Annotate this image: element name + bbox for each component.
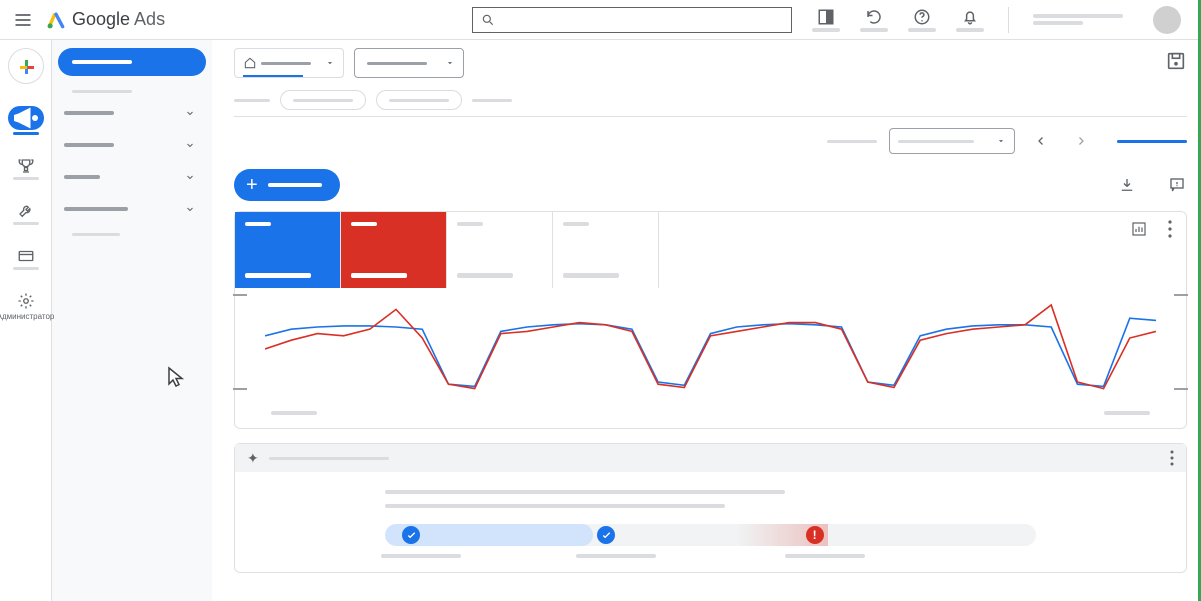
action-row: + <box>234 169 1187 201</box>
score-progress: ! <box>385 524 1036 546</box>
compare-toggle[interactable] <box>1117 140 1187 143</box>
download-icon <box>1118 176 1136 194</box>
nav-goals[interactable] <box>13 157 39 180</box>
feedback-button[interactable] <box>1167 175 1187 195</box>
bell-icon <box>961 8 979 26</box>
metric-tab-2[interactable] <box>341 212 447 288</box>
campaign-selector[interactable] <box>354 48 464 78</box>
sidebar-sub[interactable] <box>58 86 206 97</box>
nav-campaigns[interactable] <box>8 106 44 135</box>
sidebar-section-1[interactable] <box>58 97 206 129</box>
metric-tab-4[interactable] <box>553 212 659 288</box>
chart-x-labels <box>265 411 1156 415</box>
notifications-button[interactable] <box>956 8 984 32</box>
card-icon <box>17 247 35 265</box>
breadcrumb-row <box>234 84 1187 117</box>
sidebar <box>52 40 212 601</box>
date-label <box>827 140 877 143</box>
crumb-4[interactable] <box>472 99 512 102</box>
create-button[interactable] <box>8 48 44 84</box>
google-ads-icon <box>46 10 66 30</box>
plus-icon: + <box>246 175 258 195</box>
divider <box>1008 7 1009 33</box>
new-button-label <box>268 183 322 187</box>
sidebar-primary[interactable] <box>58 48 206 76</box>
gear-icon <box>17 292 35 310</box>
metric-tabs <box>235 212 1186 288</box>
nav-billing[interactable] <box>13 247 39 270</box>
header-actions <box>800 6 1193 34</box>
more-icon[interactable] <box>1168 220 1172 238</box>
chart-area <box>235 288 1186 428</box>
user-avatar[interactable] <box>1153 6 1181 34</box>
chevron-down-icon <box>184 107 196 119</box>
account-selector[interactable] <box>234 48 344 78</box>
checkpoint-done <box>597 526 615 544</box>
trophy-icon <box>17 157 35 175</box>
sparkle-icon: ✦ <box>247 450 259 467</box>
metric-tab-1[interactable] <box>235 212 341 288</box>
left-rail: Администратор <box>0 40 52 601</box>
refresh-button[interactable] <box>860 8 888 32</box>
menu-icon[interactable] <box>8 5 38 35</box>
crumb-1[interactable] <box>234 99 270 102</box>
product-logo: Google Ads <box>46 9 165 30</box>
date-prev[interactable] <box>1027 127 1055 155</box>
score-title <box>269 457 389 460</box>
score-text-2 <box>385 504 725 508</box>
new-campaign-button[interactable]: + <box>234 169 340 201</box>
checkpoint-warn: ! <box>806 526 824 544</box>
main-content: + <box>212 40 1201 601</box>
crumb-chip-2[interactable] <box>376 90 462 110</box>
chevron-down-icon <box>184 139 196 151</box>
chevron-down-icon <box>184 171 196 183</box>
nav-admin-label: Администратор <box>0 312 54 321</box>
score-header: ✦ <box>235 444 1186 472</box>
product-name: Google Ads <box>72 9 165 30</box>
date-row <box>234 117 1187 165</box>
caret-down-icon <box>325 58 335 68</box>
more-icon[interactable] <box>1170 450 1174 466</box>
checkpoint-done <box>402 526 420 544</box>
tools-icon <box>17 202 35 220</box>
cursor-icon <box>165 365 189 394</box>
date-range-select[interactable] <box>889 128 1015 154</box>
progress-labels <box>385 554 1036 562</box>
metric-tab-3[interactable] <box>447 212 553 288</box>
scope-selectors <box>234 48 464 78</box>
date-next[interactable] <box>1067 127 1095 155</box>
caret-down-icon <box>996 136 1006 146</box>
sidebar-section-3[interactable] <box>58 161 206 193</box>
score-body: ! <box>235 472 1186 572</box>
appearance-icon <box>817 8 835 26</box>
sidebar-footer[interactable] <box>58 229 206 240</box>
megaphone-icon <box>8 100 44 136</box>
performance-chart-card <box>234 211 1187 429</box>
line-chart <box>265 294 1156 404</box>
refresh-icon <box>865 8 883 26</box>
caret-down-icon <box>445 58 455 68</box>
crumb-chip-1[interactable] <box>280 90 366 110</box>
appearance-button[interactable] <box>812 8 840 32</box>
sidebar-section-4[interactable] <box>58 193 206 225</box>
search-input[interactable] <box>472 7 792 33</box>
optimization-score-card: ✦ ! <box>234 443 1187 573</box>
sidebar-section-2[interactable] <box>58 129 206 161</box>
nav-admin[interactable]: Администратор <box>0 292 54 321</box>
feedback-icon <box>1168 176 1186 194</box>
help-button[interactable] <box>908 8 936 32</box>
score-text-1 <box>385 490 785 494</box>
account-switcher[interactable] <box>1033 14 1123 25</box>
download-button[interactable] <box>1117 175 1137 195</box>
home-icon <box>243 56 257 70</box>
nav-tools[interactable] <box>13 202 39 225</box>
help-icon <box>913 8 931 26</box>
chevron-down-icon <box>184 203 196 215</box>
search-icon <box>481 13 495 27</box>
expand-chart-icon[interactable] <box>1130 220 1148 238</box>
app-header: Google Ads <box>0 0 1201 40</box>
save-icon[interactable] <box>1165 50 1187 72</box>
